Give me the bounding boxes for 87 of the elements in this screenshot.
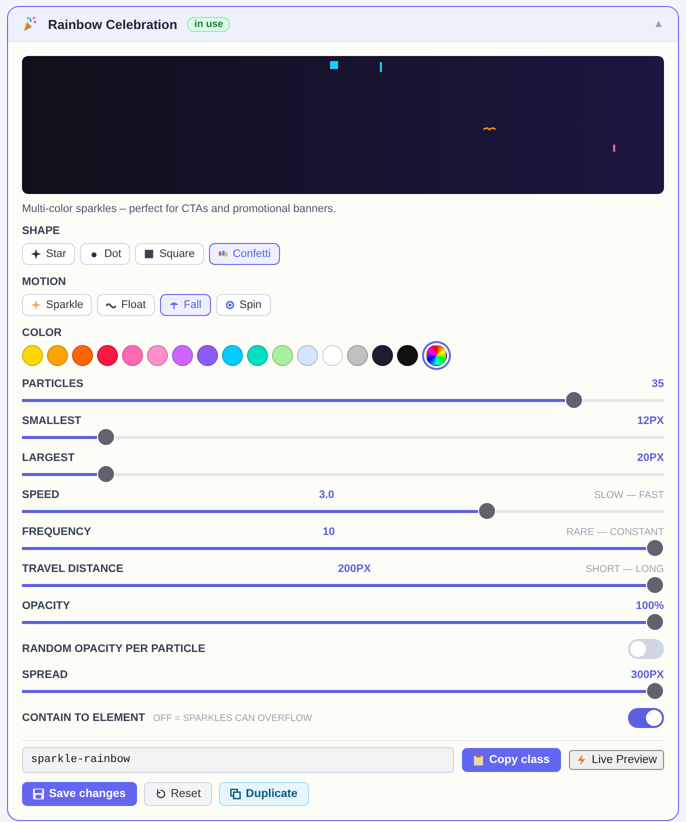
- copy-icon: [230, 788, 241, 800]
- slider[interactable]: [22, 391, 664, 409]
- setting-value: 300PX: [630, 669, 664, 681]
- color-swatch[interactable]: [147, 345, 168, 366]
- setting-value: 20PX: [637, 452, 664, 464]
- range-hint: SHORT — LONG: [585, 564, 664, 574]
- live-preview-button[interactable]: Live Preview: [568, 750, 664, 770]
- status-badge: in use: [187, 16, 230, 32]
- slider[interactable]: [22, 428, 664, 446]
- color-swatch[interactable]: [47, 345, 68, 366]
- color-swatch[interactable]: [22, 345, 43, 366]
- toggle-switch[interactable]: [628, 639, 664, 659]
- setting-value: 200PX: [338, 563, 371, 575]
- color-swatch[interactable]: [197, 345, 218, 366]
- effect-title: Rainbow Celebration: [48, 16, 178, 32]
- setting-label: RANDOM OPACITY PER PARTICLE: [22, 643, 206, 655]
- setting-value: 100%: [636, 600, 664, 612]
- setting-label: SPEED: [22, 489, 60, 501]
- slider[interactable]: [22, 465, 664, 483]
- copy-class-button[interactable]: Copy class: [462, 748, 561, 772]
- setting-label: CONTAIN TO ELEMENT: [22, 712, 146, 724]
- color-swatch[interactable]: [172, 345, 193, 366]
- lightning-icon: [576, 754, 587, 766]
- toggle-switch[interactable]: [628, 708, 664, 728]
- color-swatch[interactable]: [247, 345, 268, 366]
- shape-option[interactable]: Confetti: [208, 243, 280, 265]
- shape-icon: [218, 249, 228, 259]
- slider-thumb[interactable]: [96, 465, 115, 483]
- setting-label: PARTICLES: [22, 378, 84, 390]
- party-popper-icon: [22, 16, 38, 32]
- setting-label: TRAVEL DISTANCE: [22, 563, 124, 575]
- reset-button[interactable]: Reset: [144, 782, 212, 806]
- slider[interactable]: [22, 682, 664, 700]
- section-label: SHAPE: [22, 225, 61, 237]
- section-label: MOTION: [22, 276, 67, 288]
- color-swatch[interactable]: [72, 345, 93, 366]
- shape-option[interactable]: Square: [135, 243, 204, 265]
- clipboard-icon: [473, 754, 484, 766]
- color-swatch[interactable]: [122, 345, 143, 366]
- setting-value: 10: [322, 526, 335, 538]
- slider[interactable]: [22, 576, 664, 594]
- range-hint: RARE — CONSTANT: [566, 526, 664, 538]
- setting-value: 3.0: [318, 489, 334, 501]
- setting-label: FREQUENCY: [22, 526, 92, 538]
- setting-label: SMALLEST: [22, 415, 82, 427]
- slider[interactable]: [22, 613, 664, 631]
- slider-thumb[interactable]: [646, 539, 664, 557]
- color-swatch[interactable]: [372, 345, 393, 366]
- slider[interactable]: [22, 539, 664, 557]
- slider-thumb[interactable]: [646, 682, 664, 700]
- setting-value: 12PX: [637, 415, 664, 427]
- slider-thumb[interactable]: [646, 613, 664, 631]
- undo-icon: [154, 788, 166, 800]
- slider-thumb[interactable]: [646, 576, 664, 594]
- effect-description: Multi-color sparkles – perfect for CTAs and promotional banners.: [22, 203, 338, 215]
- motion-icon: [224, 300, 234, 310]
- section-label: COLOR: [22, 327, 63, 339]
- duplicate-button[interactable]: Duplicate: [218, 782, 309, 806]
- class-name-field[interactable]: sparkle-rainbow: [22, 747, 454, 773]
- setting-label: SPREAD: [22, 669, 68, 681]
- color-swatch[interactable]: [397, 345, 418, 366]
- slider-thumb[interactable]: [478, 502, 496, 520]
- shape-option[interactable]: Star: [22, 243, 76, 265]
- slider-thumb[interactable]: [96, 428, 115, 446]
- setting-note: OFF = SPARKLES CAN OVERFLOW: [153, 712, 312, 724]
- motion-option[interactable]: Float: [97, 294, 155, 316]
- shape-icon: [144, 249, 154, 259]
- motion-option[interactable]: Sparkle: [22, 294, 92, 316]
- slider[interactable]: [22, 502, 664, 520]
- motion-option[interactable]: Spin: [216, 294, 271, 316]
- slider-thumb[interactable]: [564, 391, 583, 409]
- shape-icon: [31, 249, 41, 259]
- color-swatch[interactable]: [322, 345, 343, 366]
- motion-icon: [168, 300, 179, 310]
- setting-label: OPACITY: [22, 600, 70, 612]
- motion-option[interactable]: Fall: [160, 294, 210, 316]
- color-swatch[interactable]: [347, 345, 368, 366]
- color-swatch[interactable]: [297, 345, 318, 366]
- color-swatch[interactable]: [97, 345, 118, 366]
- setting-value: 35: [652, 378, 664, 390]
- setting-label: LARGEST: [22, 452, 75, 464]
- shape-option[interactable]: Dot: [80, 243, 130, 265]
- motion-icon: [31, 300, 41, 310]
- save-button[interactable]: Save changes: [22, 782, 137, 806]
- range-hint: SLOW — FAST: [594, 490, 664, 500]
- color-swatch[interactable]: [222, 345, 243, 366]
- color-swatch[interactable]: [272, 345, 293, 366]
